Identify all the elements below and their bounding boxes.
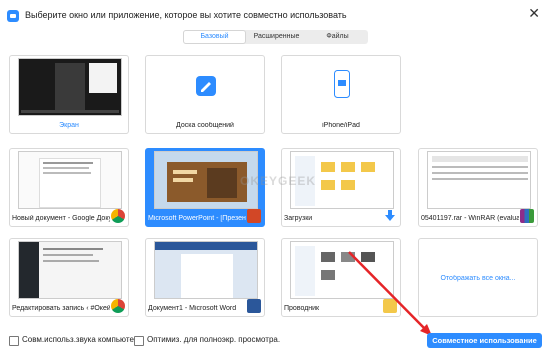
share-button[interactable]: Совместное использование — [427, 333, 542, 348]
computer-sound-label: Совм.использ.звука компьютера — [22, 335, 143, 344]
red-arrow-annotation — [348, 251, 432, 336]
computer-sound-checkbox[interactable] — [9, 336, 19, 346]
share-screen-dialog: Выберите окно или приложение, которое вы… — [0, 0, 550, 352]
optimize-label: Оптимиз. для полноэкр. просмотра. — [147, 335, 281, 344]
optimize-checkbox[interactable] — [134, 336, 144, 346]
